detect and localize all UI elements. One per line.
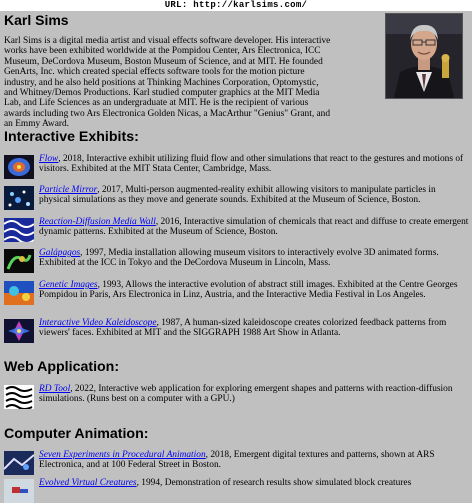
list-item-desc: , 2022, Interactive web application for …	[39, 384, 453, 405]
link-particle-mirror[interactable]: Particle Mirror	[39, 185, 97, 195]
seven-experiments-thumbnail[interactable]	[4, 451, 34, 475]
evolved-virtual-creatures-thumbnail[interactable]	[4, 479, 34, 503]
link-galapagos[interactable]: Galápagos	[39, 248, 80, 258]
list-item-desc: , 1993, Allows the interactive evolution…	[39, 280, 458, 301]
section-heading-web-application: Web Application:	[4, 359, 120, 375]
galapagos-thumbnail[interactable]	[4, 249, 34, 273]
flow-thumbnail[interactable]	[4, 155, 34, 179]
list-item-desc: , 1997, Media installation allowing muse…	[39, 248, 439, 269]
page-content: Karl Sims Karl Sims is a digital media a…	[4, 11, 470, 503]
list-item-desc: , 2017, Multi-person augmented-reality e…	[39, 185, 436, 206]
video-kaleidoscope-thumbnail[interactable]	[4, 319, 34, 343]
link-flow[interactable]: Flow	[39, 154, 58, 164]
link-interactive-video-kaleidoscope[interactable]: Interactive Video Kaleidoscope	[39, 318, 157, 328]
link-reaction-diffusion-media-wall[interactable]: Reaction-Diffusion Media Wall	[39, 217, 156, 227]
bio-paragraph: Karl Sims is a digital media artist and …	[4, 36, 331, 130]
section-heading-computer-animation: Computer Animation:	[4, 426, 149, 442]
reaction-diffusion-thumbnail[interactable]	[4, 218, 34, 242]
link-rd-tool[interactable]: RD Tool	[39, 384, 70, 394]
portrait-photo	[385, 13, 463, 99]
section-heading-exhibits: Interactive Exhibits:	[4, 129, 139, 145]
link-genetic-images[interactable]: Genetic Images	[39, 280, 98, 290]
genetic-images-thumbnail[interactable]	[4, 281, 34, 305]
rd-tool-thumbnail[interactable]	[4, 385, 34, 409]
list-item-desc: , 2018, Interactive exhibit utilizing fl…	[39, 154, 464, 175]
url-bar: URL: http://karlsims.com/	[0, 0, 472, 11]
link-seven-experiments[interactable]: Seven Experiments in Procedural Animatio…	[39, 450, 206, 460]
link-evolved-virtual-creatures[interactable]: Evolved Virtual Creatures	[39, 478, 137, 488]
list-item-desc: , 1994, Demonstration of research result…	[136, 478, 412, 488]
particle-mirror-thumbnail[interactable]	[4, 186, 34, 210]
